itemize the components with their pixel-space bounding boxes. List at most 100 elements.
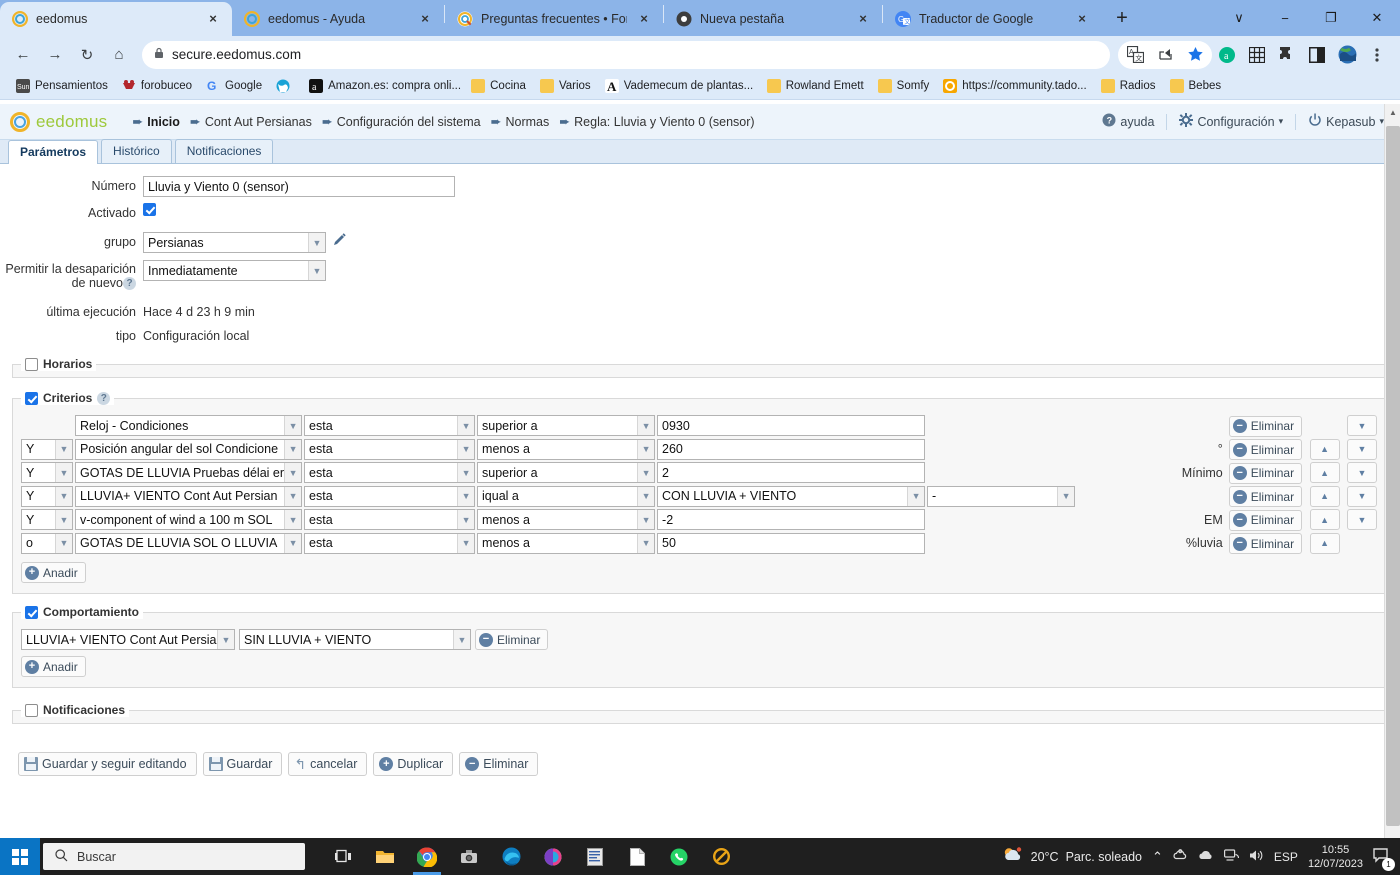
activado-checkbox[interactable] [143, 203, 156, 216]
criteria-remove-button[interactable]: − Eliminar [1228, 509, 1303, 531]
criteria-value-select[interactable]: CON LLUVIA + VIENTO ▼ [657, 485, 926, 507]
grupo-select[interactable]: Persianas ▼ [143, 232, 326, 253]
language-indicator[interactable]: ESP [1274, 850, 1298, 864]
search-input[interactable]: Buscar [43, 843, 305, 870]
criteria-source-select[interactable]: LLUVIA+ VIENTO Cont Aut Persian ▼ [75, 485, 303, 507]
criteria-logic-select[interactable]: Y ▼ [21, 438, 73, 460]
criteria-remove-button[interactable]: − Eliminar [1228, 486, 1303, 508]
breadcrumb-item-configuracion-sistema[interactable]: ➨ Configuración del sistema [319, 114, 484, 130]
browser-tab-1[interactable]: eedomus - Ayuda × [232, 2, 444, 36]
chrome-icon[interactable] [407, 838, 447, 875]
user-menu-button[interactable]: Kepasub ▾ [1302, 113, 1390, 130]
horarios-checkbox[interactable] [25, 357, 38, 371]
onedrive-sync-icon[interactable] [1173, 848, 1188, 865]
criteria-value-input[interactable] [657, 415, 926, 437]
clock-widget[interactable]: 10:55 12/07/2023 [1308, 843, 1363, 871]
behavior-add-button[interactable]: + Anadir [21, 656, 86, 678]
forward-icon[interactable]: → [40, 40, 70, 70]
criteria-comparator-select[interactable]: menos a ▼ [477, 509, 656, 531]
bookmark-item[interactable]: a Amazon.es: compra onli... [303, 76, 463, 96]
criteria-source-select[interactable]: GOTAS DE LLUVIA Pruebas délai er ▼ [75, 462, 303, 484]
criterios-legend[interactable]: Criterios ? [21, 391, 115, 406]
criteria-logic-select[interactable]: Y ▼ [21, 462, 73, 484]
save-button[interactable]: Guardar [202, 752, 283, 777]
word-icon[interactable] [575, 838, 615, 875]
help-tooltip-icon[interactable]: ? [123, 277, 136, 291]
comportamiento-legend[interactable]: Comportamiento [21, 605, 143, 620]
save-and-continue-button[interactable]: Guardar y seguir editando [18, 752, 197, 777]
criteria-state-select[interactable]: esta ▼ [304, 485, 476, 507]
criteria-remove-button[interactable]: − Eliminar [1228, 439, 1303, 461]
help-tooltip-icon[interactable]: ? [97, 391, 111, 405]
page-scrollbar[interactable]: ▲ [1384, 104, 1400, 838]
criteria-move-down-button[interactable]: ▼ [1347, 509, 1377, 531]
sidepanel-icon[interactable] [1302, 40, 1332, 70]
help-button[interactable]: ? ayuda [1096, 113, 1160, 130]
criteria-value-input[interactable] [657, 509, 926, 531]
criteria-value-input[interactable] [657, 438, 926, 460]
bookmark-item[interactable]: Rowland Emett [761, 76, 870, 96]
bookmark-item[interactable]: Radios [1095, 76, 1162, 96]
criterios-checkbox[interactable] [25, 391, 38, 405]
criteria-state-select[interactable]: esta ▼ [304, 509, 476, 531]
translate-icon[interactable]: A文 [1120, 40, 1150, 70]
breadcrumb-item-cont-aut-persianas[interactable]: ➨ Cont Aut Persianas [187, 114, 315, 130]
puzzle-extension-icon[interactable] [1272, 40, 1302, 70]
notifications-icon[interactable]: 1 [1373, 847, 1395, 871]
weather-widget[interactable]: 20°C Parc. soleado [1002, 846, 1142, 867]
address-bar[interactable]: secure.eedomus.com [142, 40, 1110, 69]
bookmark-item[interactable]: Cocina [465, 76, 532, 96]
bookmark-item[interactable]: https://community.tado... [937, 76, 1092, 96]
close-icon[interactable]: × [204, 10, 222, 28]
bookmark-item[interactable]: Somfy [872, 76, 936, 96]
criteria-logic-select[interactable]: Y ▼ [21, 485, 73, 507]
criteria-state-select[interactable]: esta ▼ [304, 532, 476, 554]
new-tab-button[interactable]: + [1107, 3, 1137, 33]
tab-search-icon[interactable]: ∨ [1216, 0, 1262, 36]
criteria-move-down-button[interactable]: ▼ [1347, 462, 1377, 484]
edge-icon[interactable] [491, 838, 531, 875]
scrollbar-thumb[interactable] [1386, 126, 1400, 826]
criteria-logic-select[interactable]: o ▼ [21, 532, 73, 554]
browser-tab-3[interactable]: Nueva pestaña × [664, 2, 882, 36]
close-window-button[interactable]: ✕ [1354, 0, 1400, 36]
criteria-value2-select[interactable]: - ▼ [927, 485, 1076, 507]
windows-start-icon[interactable] [0, 838, 40, 875]
criteria-value-input[interactable] [657, 532, 926, 554]
browser-tab-4[interactable]: G文 Traductor de Google × [883, 2, 1101, 36]
criteria-state-select[interactable]: esta ▼ [304, 462, 476, 484]
cancel-button[interactable]: ↰ cancelar [288, 752, 368, 777]
notificaciones-legend[interactable]: Notificaciones [21, 703, 130, 718]
numero-input[interactable] [143, 176, 455, 197]
minimize-button[interactable]: − [1262, 0, 1308, 36]
desaparicion-select[interactable]: Inmediatamente ▼ [143, 260, 326, 281]
criteria-state-select[interactable]: esta ▼ [304, 438, 476, 460]
criteria-state-select[interactable]: esta ▼ [304, 415, 476, 437]
duplicate-button[interactable]: + Duplicar [373, 752, 454, 777]
task-view-icon[interactable] [323, 838, 363, 875]
share-icon[interactable] [1150, 40, 1180, 70]
app-logo[interactable]: eedomus [10, 111, 107, 132]
notepad-icon[interactable] [617, 838, 657, 875]
file-explorer-icon[interactable] [365, 838, 405, 875]
criteria-move-up-button[interactable]: ▲ [1309, 509, 1340, 531]
adblock-icon[interactable]: a [1212, 40, 1242, 70]
criteria-move-up-button[interactable]: ▲ [1309, 485, 1340, 507]
camera-app-icon[interactable] [449, 838, 489, 875]
behavior-remove-button[interactable]: − Eliminar [475, 629, 549, 651]
criteria-comparator-select[interactable]: superior a ▼ [477, 462, 656, 484]
delete-button[interactable]: − Eliminar [459, 752, 539, 777]
volume-icon[interactable] [1249, 849, 1264, 865]
criteria-remove-button[interactable]: − Eliminar [1228, 415, 1303, 437]
bookmark-item[interactable]: Bebes [1164, 76, 1228, 96]
settings-button[interactable]: Configuración ▾ [1173, 113, 1289, 130]
close-icon[interactable]: × [416, 10, 434, 28]
criteria-comparator-select[interactable]: menos a ▼ [477, 532, 656, 554]
criteria-comparator-select[interactable]: superior a ▼ [477, 415, 656, 437]
behavior-target-select[interactable]: LLUVIA+ VIENTO Cont Aut Persian ▼ [21, 629, 235, 651]
criteria-source-select[interactable]: v-component of wind a 100 m SOL ▼ [75, 509, 303, 531]
close-icon[interactable]: × [635, 10, 653, 28]
tab-notificaciones[interactable]: Notificaciones [174, 139, 274, 163]
profile-avatar-icon[interactable] [1332, 40, 1362, 70]
close-icon[interactable]: × [854, 10, 872, 28]
